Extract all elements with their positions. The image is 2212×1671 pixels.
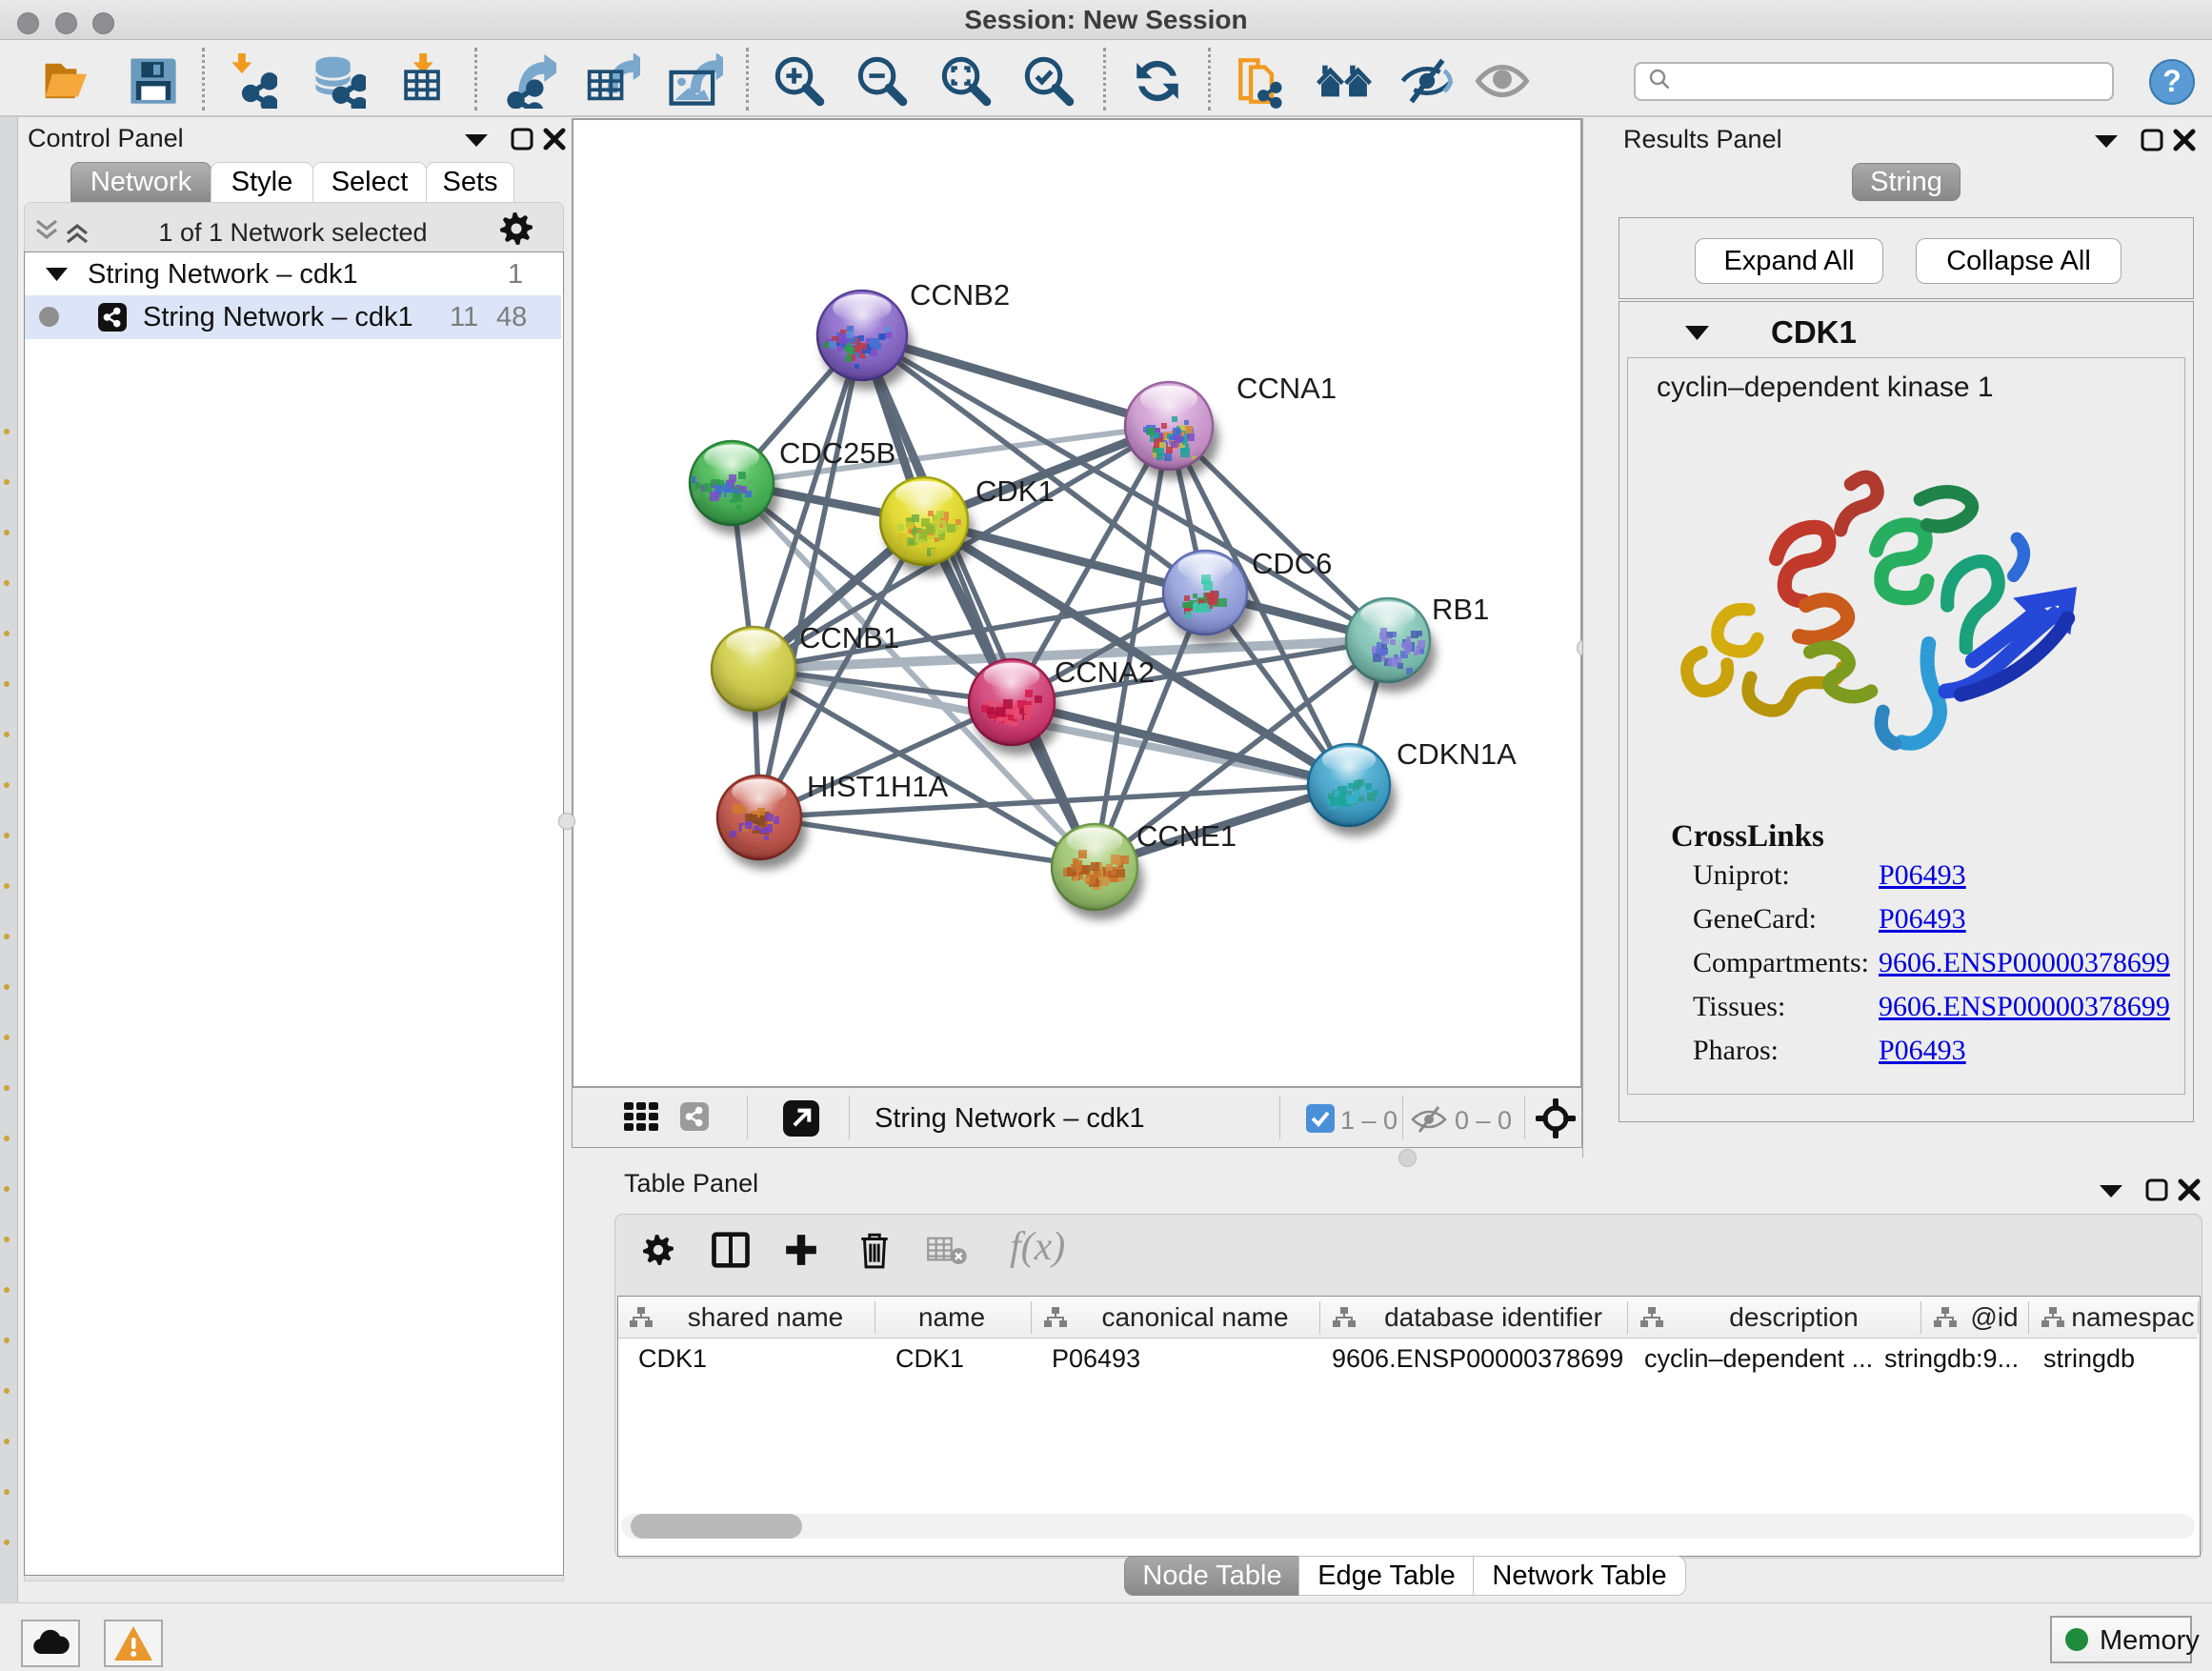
svg-text:HIST1H1A: HIST1H1A: [807, 770, 948, 803]
svg-text:CCNB2: CCNB2: [910, 278, 1010, 312]
svg-text:RB1: RB1: [1432, 593, 1489, 626]
svg-text:CCNA2: CCNA2: [1055, 655, 1155, 689]
svg-text:CDK1: CDK1: [975, 474, 1055, 508]
svg-text:CCNB1: CCNB1: [799, 621, 899, 654]
svg-text:CCNE1: CCNE1: [1136, 819, 1237, 853]
svg-text:CDC25B: CDC25B: [779, 436, 895, 470]
svg-text:CDC6: CDC6: [1252, 547, 1332, 580]
svg-text:CCNA1: CCNA1: [1237, 372, 1337, 405]
svg-text:CDKN1A: CDKN1A: [1397, 737, 1517, 771]
